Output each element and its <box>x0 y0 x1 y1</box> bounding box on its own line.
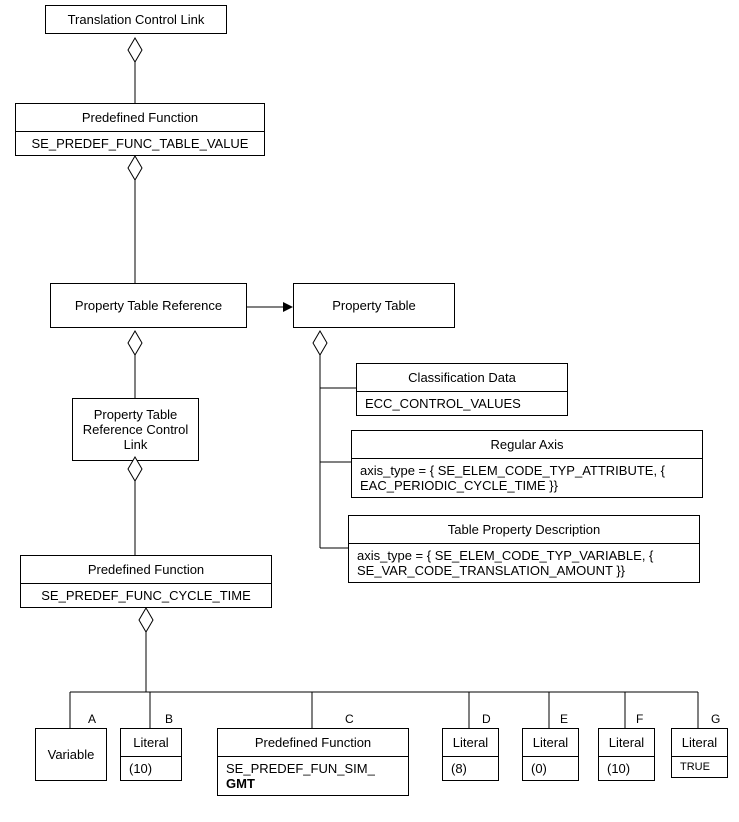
title-pt: Property Table <box>294 284 454 327</box>
title-tcl: Translation Control Link <box>46 6 226 33</box>
box-property-table: Property Table <box>293 283 455 328</box>
label-e: E <box>560 712 568 726</box>
label-f: F <box>636 712 643 726</box>
label-b: B <box>165 712 173 726</box>
box-g-literal: Literal TRUE <box>671 728 728 778</box>
label-a: A <box>88 712 96 726</box>
box-predefined-function-1: Predefined Function SE_PREDEF_FUNC_TABLE… <box>15 103 265 156</box>
box-table-property-description: Table Property Description axis_type = {… <box>348 515 700 583</box>
content-ra: axis_type = { SE_ELEM_CODE_TYP_ATTRIBUTE… <box>352 458 702 497</box>
box-a-variable: Variable <box>35 728 107 781</box>
content-f: (10) <box>599 756 654 780</box>
title-c: Predefined Function <box>218 729 408 756</box>
box-regular-axis: Regular Axis axis_type = { SE_ELEM_CODE_… <box>351 430 703 498</box>
box-ptrcl: Property Table Reference Control Link <box>72 398 199 461</box>
content-tpd: axis_type = { SE_ELEM_CODE_TYP_VARIABLE,… <box>349 543 699 582</box>
title-b: Literal <box>121 729 181 756</box>
title-pf1: Predefined Function <box>16 104 264 131</box>
box-b-literal: Literal (10) <box>120 728 182 781</box>
title-a: Variable <box>36 729 106 780</box>
title-pf2: Predefined Function <box>21 556 271 583</box>
title-ra: Regular Axis <box>352 431 702 458</box>
box-d-literal: Literal (8) <box>442 728 499 781</box>
box-classification-data: Classification Data ECC_CONTROL_VALUES <box>356 363 568 416</box>
box-translation-control-link: Translation Control Link <box>45 5 227 34</box>
box-predefined-function-2: Predefined Function SE_PREDEF_FUNC_CYCLE… <box>20 555 272 608</box>
label-c: C <box>345 712 354 726</box>
content-pf1: SE_PREDEF_FUNC_TABLE_VALUE <box>16 131 264 155</box>
label-d: D <box>482 712 491 726</box>
content-d: (8) <box>443 756 498 780</box>
content-b: (10) <box>121 756 181 780</box>
content-cd: ECC_CONTROL_VALUES <box>357 391 567 415</box>
title-cd: Classification Data <box>357 364 567 391</box>
label-g: G <box>711 712 720 726</box>
title-f: Literal <box>599 729 654 756</box>
title-g: Literal <box>672 729 727 756</box>
box-f-literal: Literal (10) <box>598 728 655 781</box>
box-c-predefined-function: Predefined Function SE_PREDEF_FUN_SIM_GM… <box>217 728 409 796</box>
box-property-table-reference: Property Table Reference <box>50 283 247 328</box>
content-c: SE_PREDEF_FUN_SIM_GMT <box>218 756 408 795</box>
content-e: (0) <box>523 756 578 780</box>
title-e: Literal <box>523 729 578 756</box>
title-ptrcl: Property Table Reference Control Link <box>73 399 198 460</box>
title-d: Literal <box>443 729 498 756</box>
box-e-literal: Literal (0) <box>522 728 579 781</box>
content-pf2: SE_PREDEF_FUNC_CYCLE_TIME <box>21 583 271 607</box>
content-g: TRUE <box>672 756 727 777</box>
title-tpd: Table Property Description <box>349 516 699 543</box>
title-ptr: Property Table Reference <box>51 284 246 327</box>
